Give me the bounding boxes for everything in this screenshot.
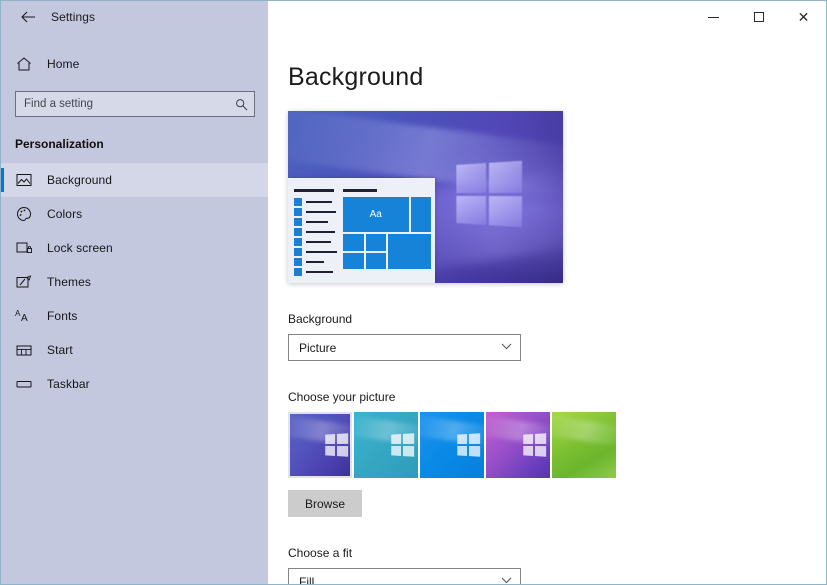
thumbnail-green[interactable] [552,412,616,478]
chevron-down-icon [501,577,512,585]
sidebar-item-fonts[interactable]: A A Fonts [1,299,268,333]
sidebar-item-label: Fonts [47,309,78,323]
sidebar-item-label: Lock screen [47,241,113,255]
background-type-dropdown[interactable]: Picture [288,334,521,361]
fonts-icon: A A [15,307,33,325]
themes-icon [15,273,33,291]
sidebar-item-label: Colors [47,207,83,221]
fit-value: Fill [299,574,315,585]
thumbnail-purple[interactable] [288,412,352,478]
search-box[interactable] [15,91,255,117]
sidebar-item-colors[interactable]: Colors [1,197,268,231]
window-controls: ✕ [268,1,826,33]
fit-dropdown[interactable]: Fill [288,568,521,584]
title-bar: Settings ✕ [1,1,826,33]
sidebar-item-label: Themes [47,275,91,289]
sidebar-item-label: Start [47,343,73,357]
window-body: Home Personalization [1,33,826,584]
sidebar-item-home[interactable]: Home [1,47,268,81]
palette-icon [15,205,33,223]
back-arrow-icon[interactable] [15,5,41,29]
page-title: Background [288,63,424,91]
thumbnail-blue[interactable] [420,412,484,478]
chevron-down-icon [501,343,512,353]
search-icon[interactable] [228,98,254,111]
image-icon [15,171,33,189]
picture-thumbnail-list [288,412,826,478]
thumbnail-teal[interactable] [354,412,418,478]
window-title: Settings [51,10,96,24]
taskbar-icon [15,375,33,393]
start-icon [15,341,33,359]
sidebar-item-background[interactable]: Background [1,163,268,197]
sidebar-section-title: Personalization [15,137,104,151]
search-input[interactable] [16,98,228,110]
choose-fit-label: Choose a fit [288,546,353,560]
title-bar-left: Settings [1,1,268,33]
thumbnail-magenta[interactable] [486,412,550,478]
settings-window: Settings ✕ Home Find a setting Personali… [0,0,827,585]
background-section-label: Background [288,312,353,326]
lockscreen-icon [15,239,33,257]
svg-text:A: A [21,313,28,324]
windows-logo-icon [456,160,523,227]
browse-button[interactable]: Browse [288,490,362,517]
sidebar-item-taskbar[interactable]: Taskbar [1,367,268,401]
sidebar-item-start[interactable]: Start [1,333,268,367]
choose-picture-label: Choose your picture [288,390,396,404]
sidebar-item-label: Taskbar [47,377,90,391]
sidebar-item-themes[interactable]: Themes [1,265,268,299]
sidebar-item-lock-screen[interactable]: Lock screen [1,231,268,265]
sidebar-item-label: Home [47,57,80,71]
background-type-value: Picture [299,340,337,355]
home-icon [15,55,33,73]
sidebar: Home Personalization [1,33,268,584]
desktop-preview: Aa [288,111,563,283]
content-pane: Background Aa Background Picture Choose … [268,33,826,584]
start-menu-preview: Aa [288,178,435,283]
start-menu-tiles: Aa [343,189,435,283]
maximize-button[interactable] [736,1,781,33]
search-container [1,91,268,121]
preview-tile-aa: Aa [343,197,409,232]
start-menu-app-list [288,189,343,283]
close-button[interactable]: ✕ [781,1,826,33]
minimize-button[interactable] [691,1,736,33]
sidebar-item-label: Background [47,173,113,187]
